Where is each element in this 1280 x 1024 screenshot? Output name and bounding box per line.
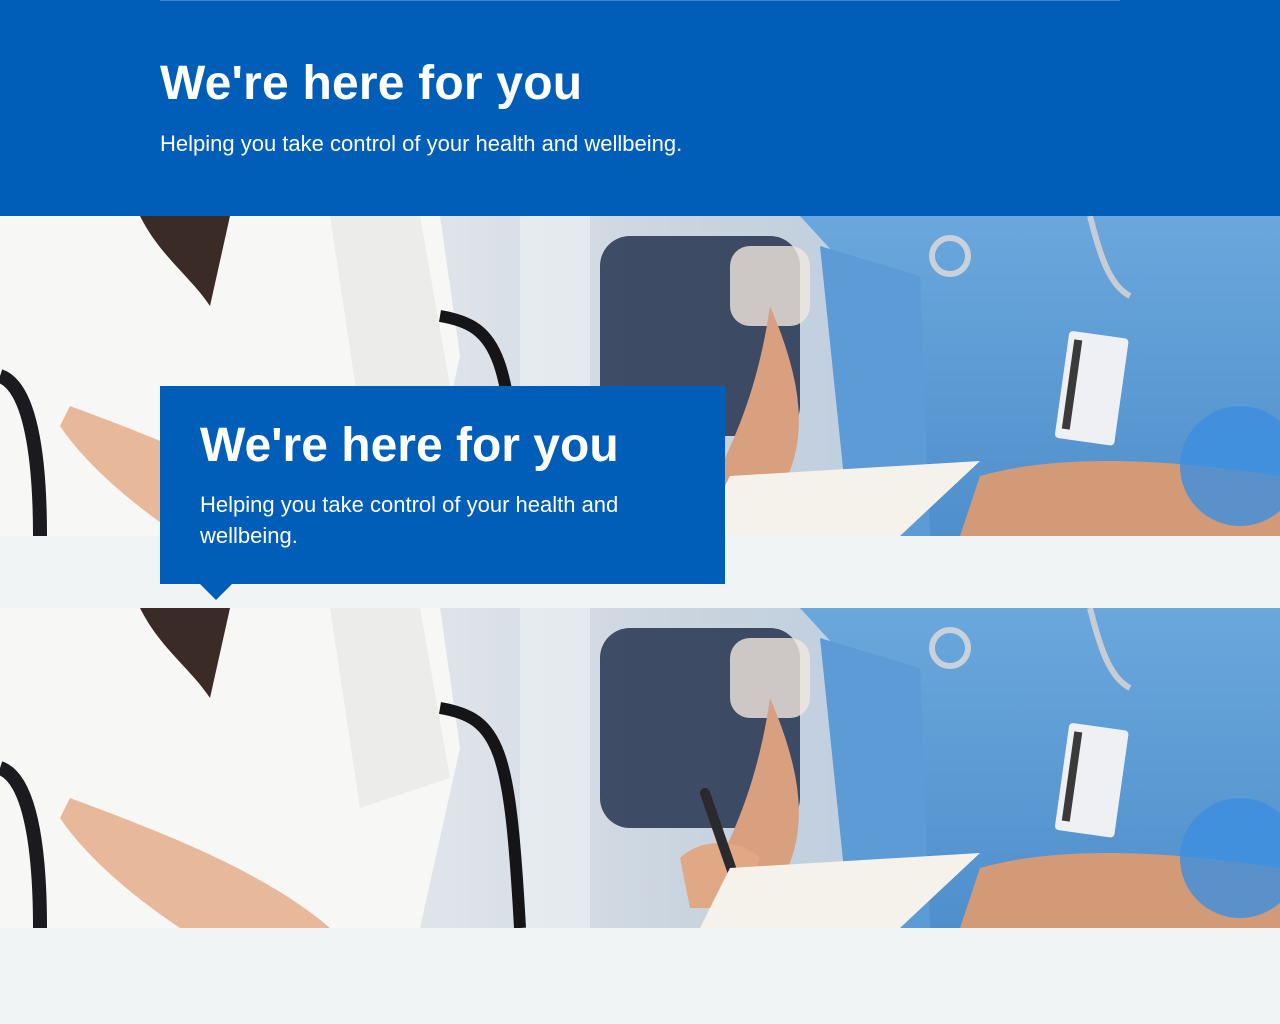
hero-banner: We're here for you Helping you take cont… [0,0,1280,216]
page: We're here for you Helping you take cont… [0,0,1280,1024]
hero-image-secondary [0,608,1280,928]
header-divider [160,0,1120,1]
hero-overlay-subtitle: Helping you take control of your health … [200,492,619,548]
callout-pointer [200,584,232,600]
hero-content-box: We're here for you Helping you take cont… [160,386,725,600]
hero-subtitle: Helping you take control of your health … [160,131,683,156]
hero-title: We're here for you [160,57,583,110]
hero-overlay-title: We're here for you [200,419,619,472]
